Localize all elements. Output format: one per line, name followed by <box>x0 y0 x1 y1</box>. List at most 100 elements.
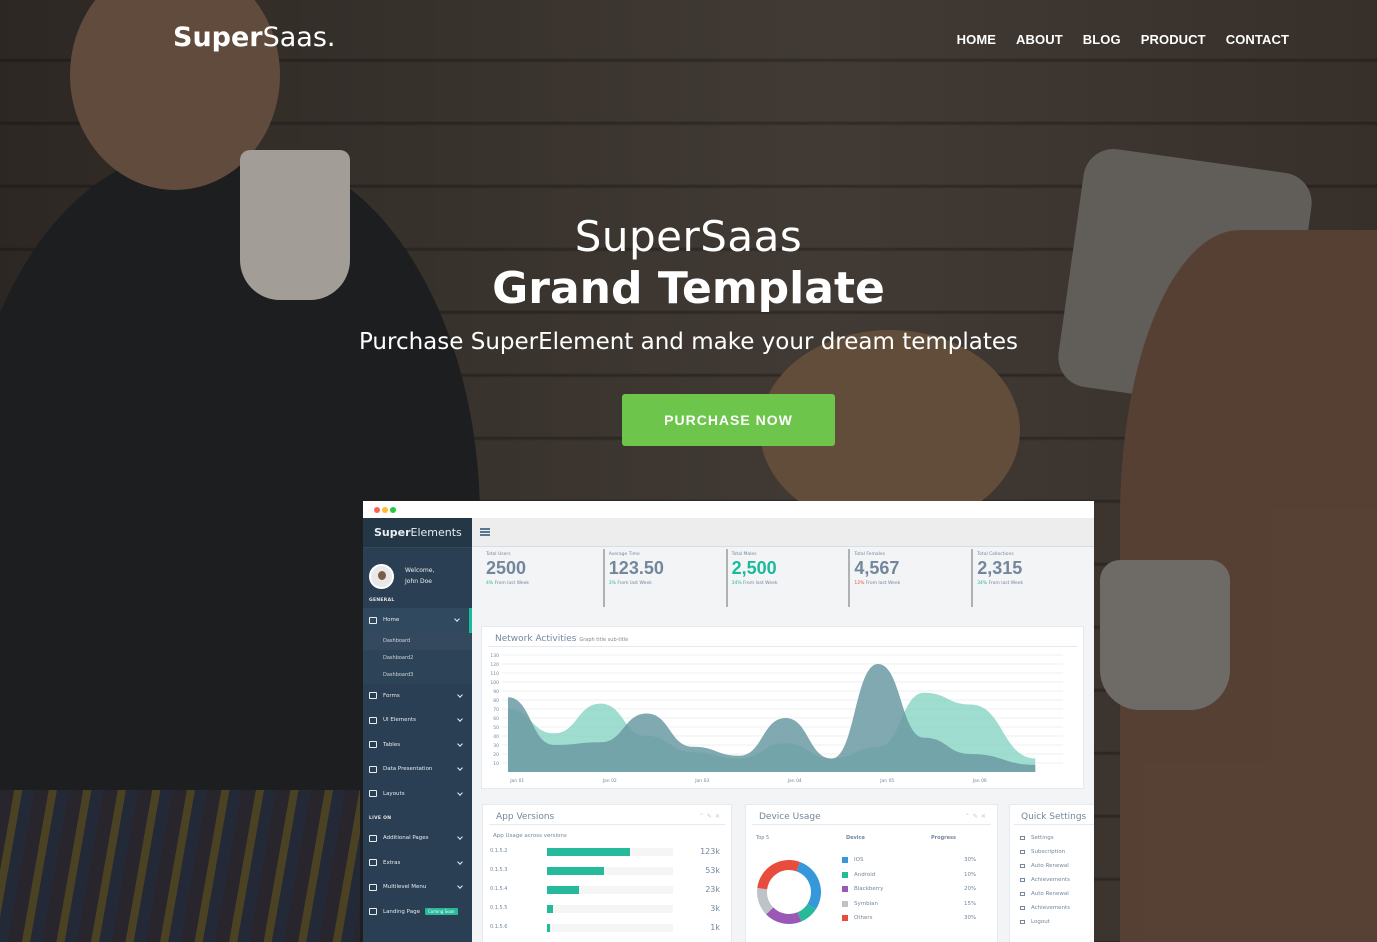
quick-setting-item[interactable]: Settings <box>1020 831 1094 845</box>
stat-change-percent: 3% <box>608 581 616 586</box>
clone-icon <box>369 790 377 798</box>
dashboard-preview: SuperElements Welcome, John Doe GENERAL H… <box>363 501 1094 942</box>
setting-icon <box>1020 892 1025 896</box>
bar-value-label: 3k <box>710 904 720 913</box>
bar-track <box>547 886 673 894</box>
sidebar-subitem-dashboard3[interactable]: Dashboard3 <box>363 666 472 684</box>
device-percent: 30% <box>964 915 977 921</box>
nav-about[interactable]: ABOUT <box>1016 32 1063 47</box>
device-row: Android 10% <box>842 871 982 878</box>
stat-change: 34% From last Week <box>732 581 849 586</box>
coming-soon-badge: Coming Soon <box>424 908 458 916</box>
x-tick-label: Jan 04 <box>787 778 802 784</box>
avatar[interactable] <box>369 563 394 589</box>
quick-setting-label: Auto Renewal <box>1031 891 1069 897</box>
nav-product[interactable]: PRODUCT <box>1141 32 1206 47</box>
device-row: IOS 30% <box>842 857 982 863</box>
desktop-icon <box>369 716 377 724</box>
nav-blog[interactable]: BLOG <box>1083 32 1121 47</box>
sitemap-icon <box>369 883 377 891</box>
quick-setting-item[interactable]: Subscription <box>1020 845 1094 859</box>
quick-setting-item[interactable]: Auto Renewal <box>1020 859 1094 873</box>
mug-right-image <box>1100 560 1230 710</box>
quick-setting-item[interactable]: Auto Renewal <box>1020 887 1094 901</box>
panel-controls[interactable]: ⌃✎✕ <box>699 813 723 820</box>
quick-setting-item[interactable]: Logout <box>1020 915 1094 929</box>
laptop-icon <box>369 908 377 916</box>
device-percent: 10% <box>964 871 977 878</box>
sidebar-item-data-presentation[interactable]: Data Presentation <box>363 757 472 782</box>
device-usage-panel: Device Usage ⌃✎✕ Top 5 Device Progress I… <box>745 804 998 942</box>
y-tick-label: 20 <box>493 752 499 758</box>
mock-content: Total Users 2500 4% From last Week Averag… <box>472 518 1094 942</box>
nav-contact[interactable]: CONTACT <box>1226 32 1289 47</box>
panel-controls[interactable]: ⌃✎✕ <box>965 813 989 820</box>
bar-category: 0.1.5.2 <box>490 848 508 854</box>
stat-label: Total Users <box>486 552 511 557</box>
stat-value: 123.50 <box>608 558 664 578</box>
nav-home[interactable]: HOME <box>957 32 996 47</box>
table-icon <box>369 741 377 749</box>
quick-setting-item[interactable]: Achievements <box>1020 873 1094 887</box>
sidebar-item-ui-elements[interactable]: UI Elements <box>363 708 472 733</box>
sidebar-subitem-dashboard2[interactable]: Dashboard2 <box>363 649 472 667</box>
sidebar-item-extras[interactable]: Extras <box>363 851 472 876</box>
chevron-down-icon <box>457 740 463 747</box>
y-tick-label: 100 <box>490 680 499 686</box>
network-area-chart: 10 20 30 40 50 60 70 80 90 100 110 120 130 Jan 01 Jan … <box>490 653 1063 784</box>
stat-value: 4,567 <box>854 558 900 578</box>
donut-slice <box>797 903 816 922</box>
quick-setting-item[interactable]: Achievements <box>1020 901 1094 915</box>
device-row: Blackberry 20% <box>842 886 982 892</box>
sidebar-item-label: Forms <box>383 692 400 699</box>
site-logo[interactable]: SuperSaas. <box>173 22 336 53</box>
sidebar-item-home[interactable]: Home <box>363 608 472 633</box>
bar-fill <box>547 867 604 875</box>
menu-toggle-icon[interactable] <box>480 528 490 536</box>
device-name: Blackberry <box>854 886 884 892</box>
stat-change-text: From last Week <box>987 581 1024 586</box>
quick-setting-label: Achievements <box>1031 905 1070 911</box>
user-name: John Doe <box>405 578 432 585</box>
stat-card: Total Females 4,567 12% From last Week <box>848 549 971 607</box>
bar-chart-icon <box>369 765 377 773</box>
stat-label: Total Females <box>854 552 885 557</box>
x-tick-label: Jan 03 <box>694 778 709 784</box>
bar-track <box>547 848 673 856</box>
bar-row: 0.1.5.6 1k <box>490 923 725 933</box>
bar-track <box>547 924 673 932</box>
sidebar-item-forms[interactable]: Forms <box>363 684 472 709</box>
stat-change-text: From last Week <box>493 581 530 586</box>
device-name: Android <box>854 871 876 878</box>
progress-col-header: Progress <box>931 835 956 841</box>
sidebar-subitem-dashboard[interactable]: Dashboard <box>363 632 472 650</box>
sidebar-item-tables[interactable]: Tables <box>363 733 472 758</box>
stat-change: 12% From last Week <box>854 581 971 586</box>
mock-topbar <box>472 518 1094 547</box>
stat-value: 2,315 <box>977 558 1023 578</box>
stat-change: 3% From last Week <box>609 581 726 586</box>
edit-icon <box>369 692 377 700</box>
y-tick-label: 80 <box>493 698 499 704</box>
device-percent: 20% <box>964 886 977 892</box>
sidebar-item-additional-pages[interactable]: Additional Pages <box>363 826 472 851</box>
panel-title: App Versions <box>489 805 725 825</box>
sidebar-item-label: Tables <box>383 741 401 748</box>
mock-brand[interactable]: SuperElements <box>363 518 472 548</box>
bar-row: 0.1.5.5 3k <box>490 904 725 914</box>
section-live-on: LIVE ON <box>369 816 392 821</box>
sidebar-item-label: Layouts <box>383 790 405 797</box>
bar-fill <box>547 886 579 894</box>
sidebar-item-landing-page[interactable]: Landing Page Coming Soon <box>363 900 472 925</box>
quick-setting-label: Subscription <box>1031 849 1066 855</box>
panel-title: Quick Settings <box>1014 805 1094 825</box>
sidebar-item-layouts[interactable]: Layouts <box>363 782 472 807</box>
donut-slice <box>757 887 774 915</box>
device-row: Symbian 15% <box>842 900 982 907</box>
bar-category: 0.1.5.4 <box>490 886 508 892</box>
sidebar-item-multilevel-menu[interactable]: Multilevel Menu <box>363 875 472 900</box>
device-donut-chart <box>757 860 821 924</box>
purchase-now-button[interactable]: PURCHASE NOW <box>622 394 835 446</box>
y-tick-label: 30 <box>493 743 499 749</box>
donut-slice <box>766 907 802 924</box>
